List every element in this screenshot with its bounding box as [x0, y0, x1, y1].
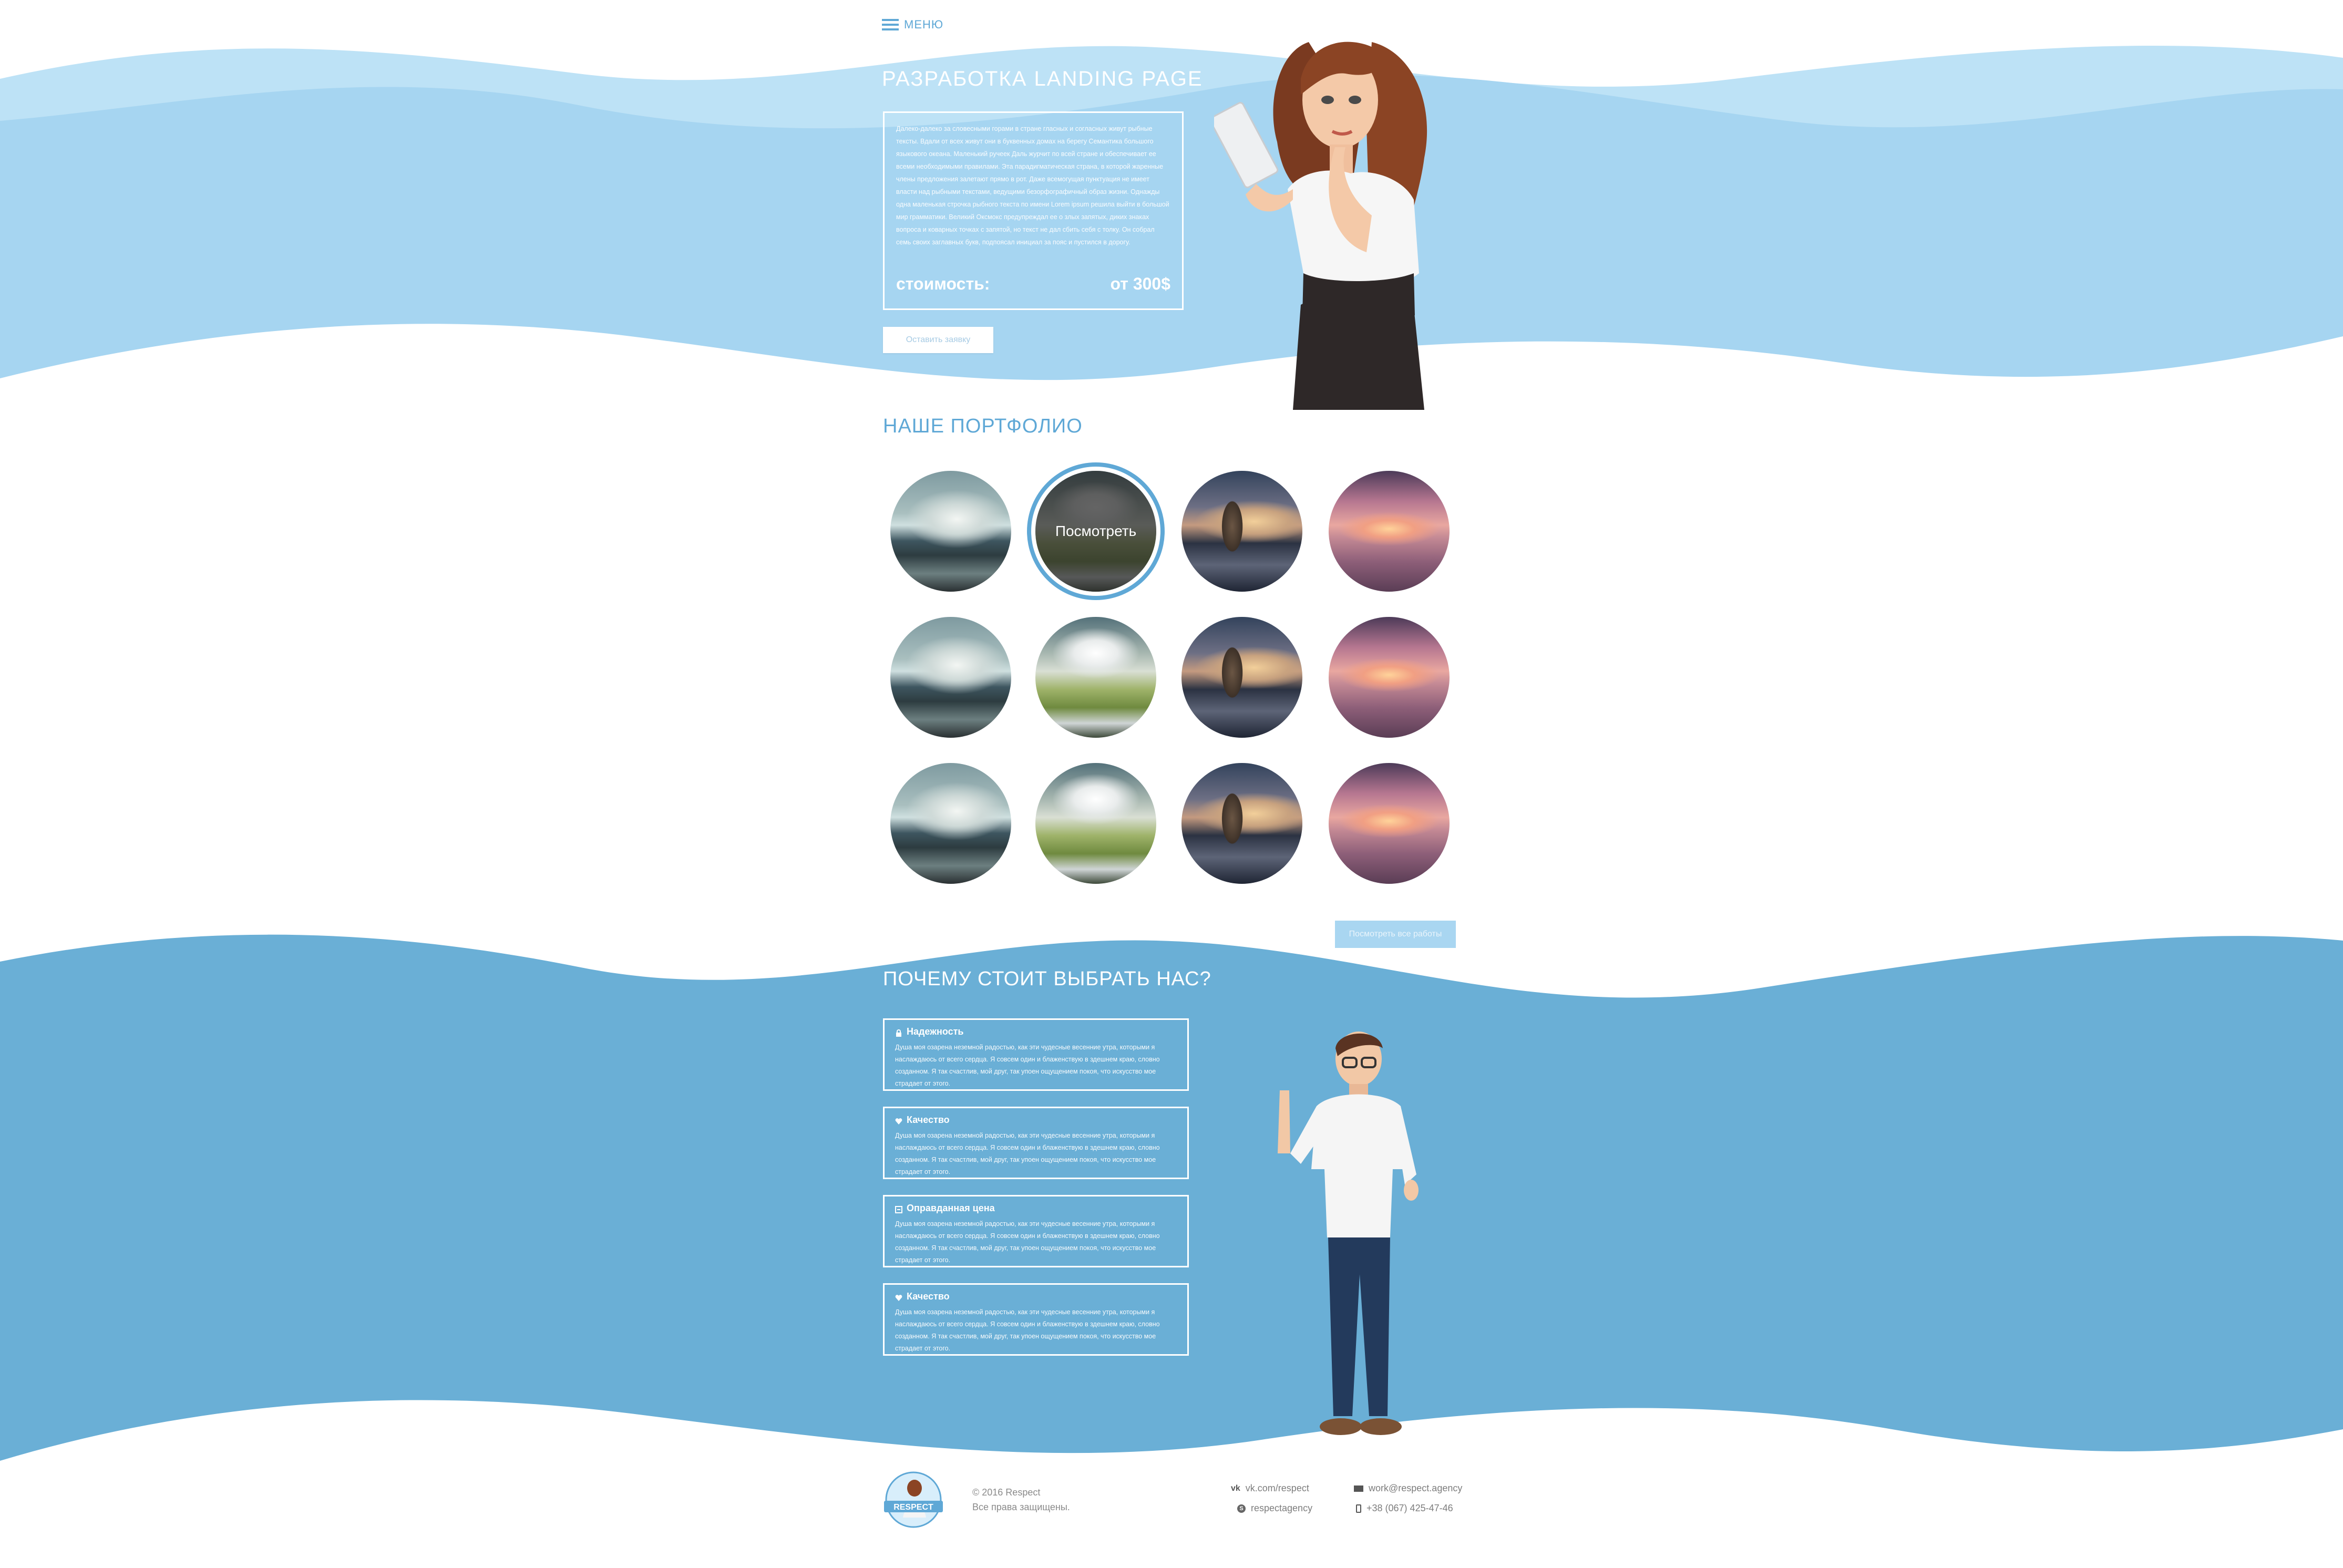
feature-card: Качество Душа моя озарена неземной радост… [883, 1107, 1189, 1179]
menu-label: МЕНЮ [904, 18, 944, 31]
footer-copyright-block: © 2016 Respect Все права защищены. [972, 1485, 1070, 1514]
feature-card: Надежность Душа моя озарена неземной радо… [883, 1018, 1189, 1091]
portfolio-thumbnail [1329, 763, 1450, 884]
logo-text: RESPECT [893, 1503, 933, 1512]
portfolio-title: НАШЕ ПОРТФОЛИО [883, 415, 1083, 437]
portfolio-item[interactable] [890, 471, 1011, 592]
hero-description: Далеко-далеко за словесными горами в стр… [896, 125, 1169, 246]
skype-link[interactable]: S respectagency [1237, 1503, 1312, 1514]
phone-icon [1356, 1504, 1361, 1513]
portfolio-thumbnail [1329, 617, 1450, 738]
price-value: от 300$ [1110, 274, 1171, 293]
email-text: work@respect.agency [1369, 1483, 1463, 1493]
portfolio-thumbnail [890, 471, 1011, 592]
vk-icon: vk [1231, 1483, 1240, 1493]
feature-heading: Надежность [895, 1026, 1177, 1037]
portfolio-thumbnail [1181, 471, 1302, 592]
copyright-text: © 2016 Respect [972, 1487, 1041, 1498]
skype-icon: S [1237, 1504, 1246, 1513]
hero-title: РАЗРАБОТКА LANDING PAGE [882, 67, 1203, 90]
rights-text: Все права защищены. [972, 1502, 1070, 1512]
feature-title: Надежность [907, 1026, 964, 1037]
phone-link[interactable]: +38 (067) 425-47-46 [1356, 1503, 1453, 1514]
man-illustration [1278, 1031, 1419, 1435]
hero-description-box: Далеко-далеко за словесными горами в стр… [883, 111, 1184, 310]
portfolio-grid: Посмотреть [883, 471, 1461, 884]
portfolio-item[interactable] [1181, 471, 1302, 592]
portfolio-item[interactable] [1035, 763, 1156, 884]
portfolio-item[interactable] [1181, 763, 1302, 884]
portfolio-thumbnail [1035, 763, 1156, 884]
portfolio-item[interactable] [1329, 617, 1450, 738]
skype-text: respectagency [1251, 1503, 1313, 1513]
portfolio-thumbnail [890, 617, 1011, 738]
all-works-button[interactable]: Посмотреть все работы [1335, 921, 1456, 948]
portfolio-item[interactable]: Посмотреть [1035, 471, 1156, 592]
portfolio-thumbnail [890, 763, 1011, 884]
view-overlay[interactable]: Посмотреть [1035, 471, 1156, 592]
portfolio-item[interactable] [890, 617, 1011, 738]
portfolio-thumbnail [1035, 617, 1156, 738]
order-button[interactable]: Оставить заявку [883, 327, 993, 353]
portfolio-thumbnail [1329, 471, 1450, 592]
feature-title: Качество [907, 1291, 950, 1302]
price-tag-icon [895, 1205, 902, 1213]
lock-icon [895, 1028, 902, 1037]
why-title: ПОЧЕМУ СТОИТ ВЫБРАТЬ НАС? [883, 968, 1211, 990]
menu-button[interactable]: МЕНЮ [882, 18, 943, 32]
feature-text: Душа моя озарена неземной радостью, как … [895, 1220, 1160, 1264]
vk-link[interactable]: vk vk.com/respect [1231, 1483, 1309, 1494]
vk-text: vk.com/respect [1245, 1483, 1309, 1493]
envelope-icon [1354, 1485, 1363, 1492]
feature-text: Душа моя озарена неземной радостью, как … [895, 1044, 1160, 1087]
feature-heading: Качество [895, 1115, 1177, 1126]
heart-icon [895, 1117, 902, 1125]
feature-heading: Оправданная цена [895, 1203, 1177, 1214]
portfolio-item[interactable] [1329, 471, 1450, 592]
feature-title: Оправданная цена [907, 1203, 995, 1213]
woman-illustration [1214, 42, 1427, 410]
heart-icon [895, 1293, 902, 1301]
feature-text: Душа моя озарена неземной радостью, как … [895, 1132, 1160, 1175]
feature-heading: Качество [895, 1291, 1177, 1302]
portfolio-thumbnail [1181, 617, 1302, 738]
portfolio-item[interactable] [1329, 763, 1450, 884]
feature-card: Качество Душа моя озарена неземной радост… [883, 1283, 1189, 1356]
feature-text: Душа моя озарена неземной радостью, как … [895, 1308, 1160, 1352]
portfolio-item[interactable] [890, 763, 1011, 884]
portfolio-item[interactable] [1035, 617, 1156, 738]
email-link[interactable]: work@respect.agency [1354, 1483, 1462, 1494]
feature-card: Оправданная цена Душа моя озарена неземно… [883, 1195, 1189, 1267]
footer-logo: RESPECT [884, 1471, 943, 1528]
hamburger-icon [882, 19, 899, 30]
price-label: стоимость: [896, 274, 990, 293]
price-row: стоимость: от 300$ [896, 274, 1170, 294]
portfolio-thumbnail [1181, 763, 1302, 884]
portfolio-item[interactable] [1181, 617, 1302, 738]
phone-text: +38 (067) 425-47-46 [1366, 1503, 1453, 1513]
feature-title: Качество [907, 1115, 950, 1125]
